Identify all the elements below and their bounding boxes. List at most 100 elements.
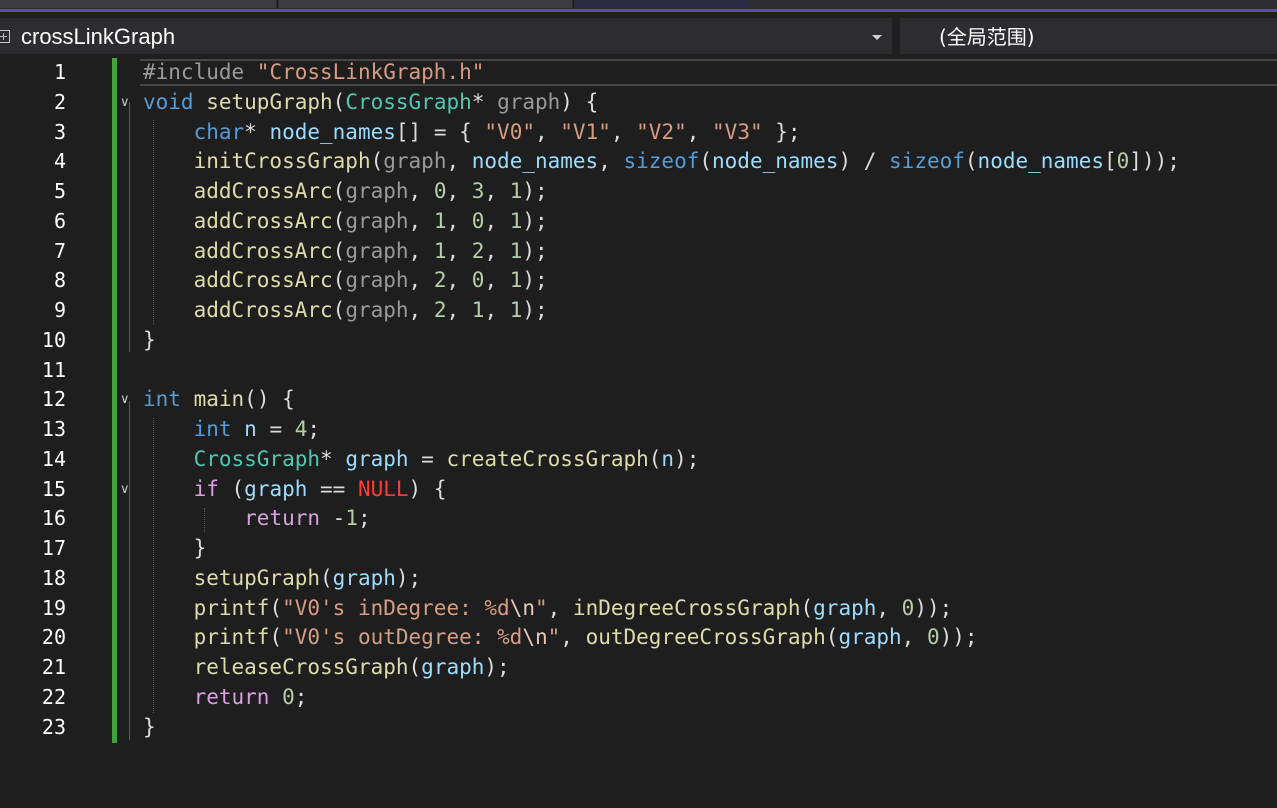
line-number: 12: [41, 387, 66, 412]
code-token: \n: [522, 625, 548, 650]
code-token: NULL: [357, 476, 409, 501]
code-token: 1: [471, 298, 485, 322]
code-token: 0: [433, 179, 447, 203]
document-tab[interactable]: [0, 0, 276, 8]
code-token: setupGraph: [206, 89, 333, 114]
code-token: 0: [471, 208, 485, 233]
code-token: 4: [294, 417, 308, 441]
code-token: (: [269, 625, 283, 650]
chevron-down-icon[interactable]: [872, 35, 882, 40]
code-line[interactable]: initCrossGraph(graph, node_names, sizeof…: [143, 147, 1180, 177]
code-token: if: [193, 476, 219, 501]
document-tab[interactable]: [279, 0, 572, 8]
code-line[interactable]: void setupGraph(CrossGraph* graph) {: [143, 88, 598, 118]
line-number: 8: [53, 268, 66, 293]
code-line[interactable]: addCrossArc(graph, 1, 2, 1);: [143, 237, 548, 267]
code-token: 0: [1116, 149, 1130, 174]
code-token: printf: [193, 595, 270, 620]
code-token: "V1": [560, 119, 611, 144]
code-line[interactable]: if (graph == NULL) {: [143, 475, 447, 505]
code-line[interactable]: printf("V0's inDegree: %d\n", inDegreeCr…: [143, 594, 953, 624]
chevron-down-icon[interactable]: ∨: [120, 88, 130, 118]
code-token: ,: [408, 268, 434, 293]
code-line[interactable]: addCrossArc(graph, 2, 1, 1);: [143, 296, 548, 326]
code-token: ,: [876, 595, 902, 620]
code-token: node_names: [471, 149, 599, 174]
code-token: );: [484, 655, 510, 679]
code-token: ,: [408, 179, 434, 203]
code-token: ": [547, 625, 561, 650]
code-line[interactable]: #include "CrossLinkGraph.h": [143, 58, 484, 88]
code-token: 2: [471, 238, 485, 263]
line-number: 11: [41, 357, 66, 382]
member-dropdown[interactable]: (全局范围): [900, 18, 1277, 54]
code-token: graph: [345, 446, 409, 471]
code-token: 2: [433, 298, 447, 322]
code-token: ,: [446, 268, 472, 293]
line-number: 23: [41, 714, 66, 739]
code-line[interactable]: CrossGraph* graph = createCrossGraph(n);: [143, 445, 700, 475]
code-line[interactable]: addCrossArc(graph, 2, 0, 1);: [143, 266, 548, 296]
code-line[interactable]: int main() {: [143, 385, 295, 415]
code-token: ,: [484, 179, 510, 203]
code-line[interactable]: return -1;: [143, 504, 371, 534]
code-line[interactable]: addCrossArc(graph, 1, 0, 1);: [143, 207, 548, 237]
code-token: );: [522, 208, 548, 233]
code-line[interactable]: }: [143, 534, 207, 564]
code-token: (: [800, 595, 814, 620]
code-token: (: [332, 208, 346, 233]
code-token: node_names: [977, 149, 1104, 174]
code-token: ,: [446, 238, 472, 263]
code-line[interactable]: }: [143, 713, 156, 743]
code-line[interactable]: return 0;: [143, 683, 308, 713]
code-token: int: [143, 387, 181, 412]
code-token: );: [674, 446, 700, 471]
code-token: *: [320, 446, 346, 471]
code-token: 3: [471, 179, 485, 203]
document-tab-active[interactable]: [575, 0, 750, 8]
line-number: 4: [53, 149, 66, 174]
code-token: 1: [433, 238, 447, 263]
code-token: ) /: [838, 149, 890, 174]
code-token: ) {: [408, 476, 447, 501]
scope-guide-line: [129, 102, 130, 352]
code-token: (: [332, 238, 346, 263]
code-token: }: [143, 327, 156, 352]
code-token: ,: [598, 149, 624, 174]
code-line[interactable]: releaseCrossGraph(graph);: [143, 653, 510, 683]
code-line[interactable]: }: [143, 326, 156, 356]
code-token: );: [522, 238, 548, 263]
code-token: addCrossArc: [193, 208, 333, 233]
code-line[interactable]: addCrossArc(graph, 0, 3, 1);: [143, 177, 548, 207]
code-token: ,: [534, 119, 561, 144]
chevron-down-icon[interactable]: ∨: [120, 475, 130, 505]
code-token: ,: [484, 268, 510, 293]
code-token: ;: [357, 506, 371, 531]
chevron-down-icon[interactable]: ∨: [120, 385, 130, 415]
code-token: void: [143, 89, 194, 114]
code-token: ,: [408, 208, 434, 233]
code-token: graph: [497, 89, 561, 114]
code-token: 1: [345, 506, 358, 531]
code-token: ;: [307, 417, 321, 441]
code-line[interactable]: setupGraph(graph);: [143, 564, 422, 594]
code-line[interactable]: printf("V0's outDegree: %d\n", outDegree…: [143, 623, 978, 653]
code-token: "V0's outDegree: %d: [282, 625, 523, 650]
code-line[interactable]: char* node_names[] = { "V0", "V1", "V2",…: [143, 118, 801, 148]
code-token: return: [193, 684, 270, 709]
scope-project-icon: +: [0, 30, 10, 43]
scope-dropdown[interactable]: + crossLinkGraph: [0, 18, 892, 54]
code-token: (: [332, 179, 346, 203]
code-token: graph: [838, 625, 902, 650]
code-line[interactable]: int n = 4;: [143, 415, 321, 445]
code-token: );: [522, 298, 548, 322]
